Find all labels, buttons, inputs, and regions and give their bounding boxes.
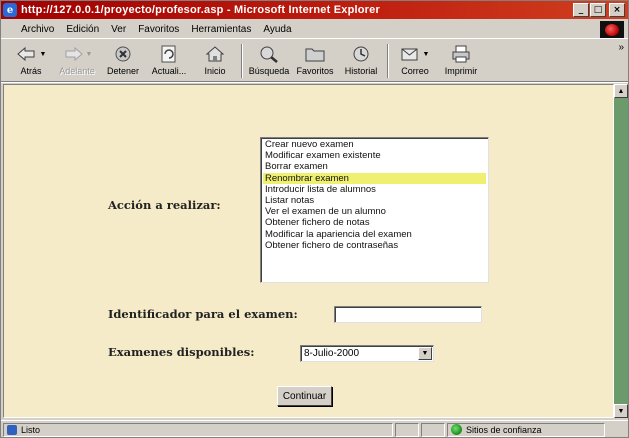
- stop-label: Detener: [106, 66, 140, 76]
- status-message-cell: Listo: [3, 422, 393, 437]
- print-label: Imprimir: [444, 66, 478, 76]
- menu-archivo[interactable]: Archivo: [15, 24, 60, 35]
- maximize-button[interactable]: □: [590, 3, 606, 17]
- home-button[interactable]: Inicio: [195, 40, 235, 76]
- list-item[interactable]: Crear nuevo examen: [263, 139, 486, 150]
- search-label: Búsqueda: [248, 66, 290, 76]
- toolbar-separator: [387, 44, 389, 78]
- page-status-icon: [7, 424, 17, 435]
- security-zone-cell: Sitios de confianza: [447, 422, 605, 437]
- action-listbox[interactable]: Crear nuevo examen Modificar examen exis…: [260, 137, 489, 283]
- refresh-icon: [161, 44, 177, 64]
- forward-label: Adelante: [59, 66, 95, 76]
- list-item-selected[interactable]: Renombrar examen: [263, 172, 486, 184]
- menu-ayuda[interactable]: Ayuda: [257, 24, 297, 35]
- list-item[interactable]: Introducir lista de alumnos: [263, 184, 486, 195]
- trusted-zone-icon: [451, 424, 462, 435]
- scroll-down-arrow-icon[interactable]: ▼: [614, 404, 628, 418]
- scroll-up-arrow-icon[interactable]: ▲: [614, 84, 628, 98]
- mail-label: Correo: [401, 66, 429, 76]
- favorites-label: Favoritos: [296, 66, 334, 76]
- status-text: Listo: [21, 424, 41, 435]
- scrollbar-track[interactable]: [614, 98, 628, 404]
- menu-bar: Archivo Edición Ver Favoritos Herramient…: [1, 20, 628, 39]
- toolbar-more-chevron[interactable]: »: [618, 42, 624, 53]
- title-bar[interactable]: e http://127.0.0.1/proyecto/profesor.asp…: [1, 1, 628, 19]
- search-globe-icon: [259, 44, 279, 64]
- back-button[interactable]: ▼ Atrás: [11, 40, 51, 76]
- action-label: Acción a realizar:: [108, 198, 221, 212]
- list-item[interactable]: Obtener fichero de contraseñas: [263, 240, 486, 251]
- status-cell-empty: [395, 422, 419, 437]
- menu-favoritos[interactable]: Favoritos: [132, 24, 185, 35]
- list-item[interactable]: Modificar la apariencia del examen: [263, 229, 486, 240]
- zone-text: Sitios de confianza: [466, 424, 542, 435]
- back-arrow-icon: ▼: [16, 44, 46, 64]
- ie-page-icon: e: [3, 3, 17, 17]
- history-icon: [351, 44, 371, 64]
- history-label: Historial: [344, 66, 378, 76]
- stop-icon: [114, 44, 132, 64]
- window-title: http://127.0.0.1/proyecto/profesor.asp -…: [21, 4, 380, 16]
- menu-edicion[interactable]: Edición: [60, 24, 105, 35]
- browser-window: e http://127.0.0.1/proyecto/profesor.asp…: [0, 0, 629, 438]
- search-button[interactable]: Búsqueda: [249, 40, 289, 76]
- printer-icon: [451, 44, 471, 64]
- favorites-folder-icon: [305, 44, 325, 64]
- dropdown-arrow-icon[interactable]: ▼: [418, 347, 432, 360]
- close-button[interactable]: ×: [609, 3, 625, 17]
- mail-button[interactable]: ▼ Correo: [395, 40, 435, 76]
- favorites-button[interactable]: Favoritos: [295, 40, 335, 76]
- refresh-label: Actuali...: [151, 66, 187, 76]
- exam-id-input[interactable]: [334, 306, 482, 323]
- status-cell-empty: [421, 422, 445, 437]
- available-exams-select[interactable]: 8-Julio-2000 ▼: [300, 345, 434, 362]
- vertical-scrollbar[interactable]: ▲ ▼: [614, 84, 628, 418]
- available-exams-value: 8-Julio-2000: [304, 348, 360, 359]
- home-label: Inicio: [204, 66, 226, 76]
- list-item[interactable]: Listar notas: [263, 195, 486, 206]
- page-content: Acción a realizar: Crear nuevo examen Mo…: [3, 84, 614, 418]
- window-controls: _ □ ×: [573, 3, 625, 17]
- list-item[interactable]: Modificar examen existente: [263, 150, 486, 161]
- back-label: Atrás: [20, 66, 42, 76]
- exam-id-label: Identificador para el examen:: [108, 307, 298, 321]
- menu-herramientas[interactable]: Herramientas: [185, 24, 257, 35]
- continue-button[interactable]: Continuar: [277, 386, 332, 406]
- menu-ver[interactable]: Ver: [105, 24, 132, 35]
- forward-button[interactable]: ▼ Adelante: [57, 40, 97, 76]
- status-bar: Listo Sitios de confianza: [1, 420, 628, 438]
- list-item[interactable]: Borrar examen: [263, 161, 486, 172]
- mail-icon: ▼: [401, 44, 429, 64]
- ie-throbber-logo: [600, 21, 624, 38]
- list-item[interactable]: Obtener fichero de notas: [263, 217, 486, 228]
- standard-toolbar: ▼ Atrás ▼ Adelante Detener Actuali... In…: [1, 40, 628, 82]
- stop-button[interactable]: Detener: [103, 40, 143, 76]
- forward-arrow-icon: ▼: [62, 44, 92, 64]
- refresh-button[interactable]: Actuali...: [149, 40, 189, 76]
- history-button[interactable]: Historial: [341, 40, 381, 76]
- toolbar-separator: [241, 44, 243, 78]
- minimize-button[interactable]: _: [573, 3, 589, 17]
- list-item[interactable]: Ver el examen de un alumno: [263, 206, 486, 217]
- print-button[interactable]: Imprimir: [441, 40, 481, 76]
- home-icon: [205, 44, 225, 64]
- available-exams-label: Examenes disponibles:: [108, 345, 255, 359]
